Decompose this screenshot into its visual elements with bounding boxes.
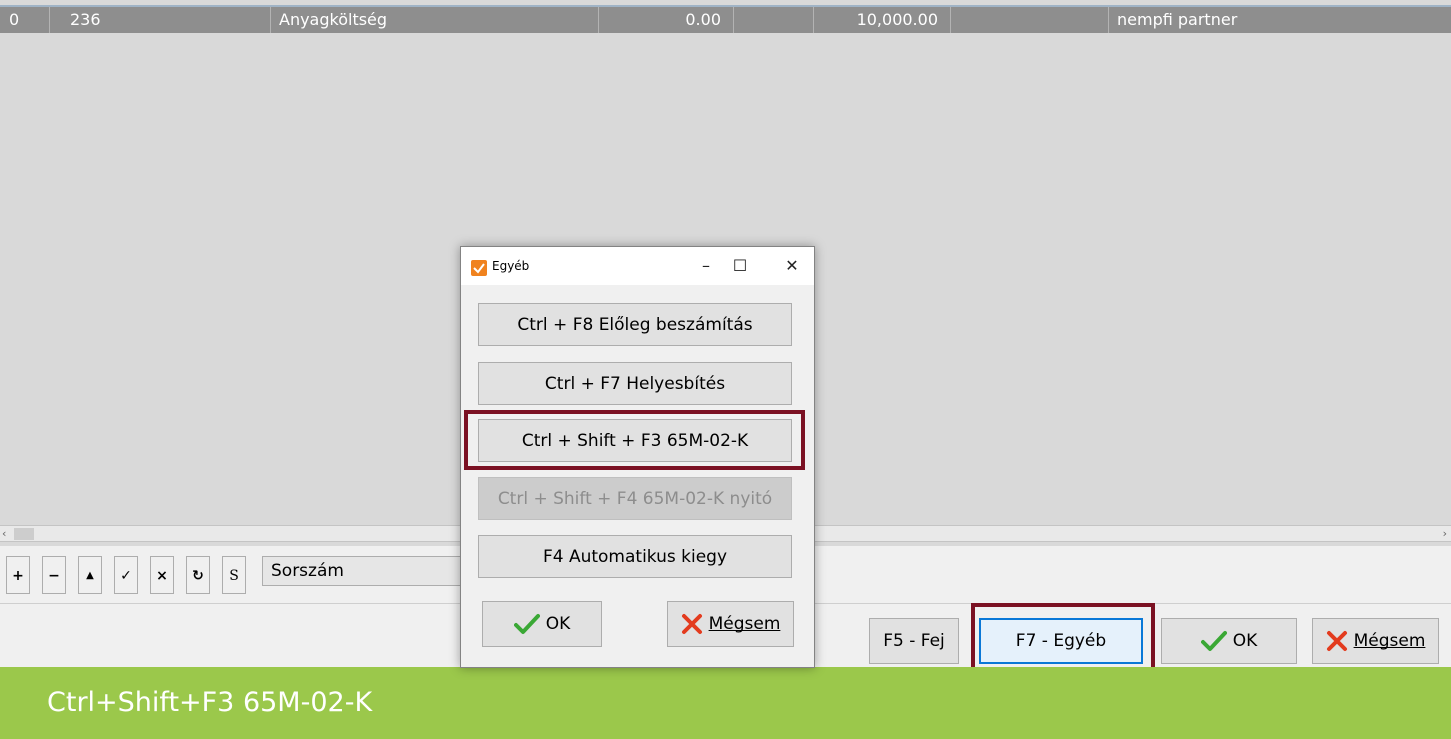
- maximize-icon[interactable]: ☐: [725, 255, 755, 277]
- table-cell: nempfi partner: [1117, 10, 1238, 29]
- 65m-02-k-nyito-button[interactable]: Ctrl + Shift + F4 65M-02-K nyitó: [478, 477, 792, 520]
- close-icon: [681, 614, 702, 634]
- dialog-title-bar[interactable]: Egyéb – ☐ ✕: [461, 247, 814, 285]
- refresh-button[interactable]: ↻: [186, 556, 210, 594]
- table-cell: 236: [50, 7, 271, 33]
- highlight-frame-65m-02-k: [464, 410, 805, 470]
- dialog-title: Egyéb: [492, 259, 530, 273]
- f5-fej-button[interactable]: F5 - Fej: [869, 618, 959, 664]
- cancel-edit-button[interactable]: ×: [150, 556, 174, 594]
- ok-label: OK: [1232, 631, 1258, 651]
- sort-s-icon: S: [229, 568, 239, 584]
- table-cell: 10,000.00: [814, 7, 951, 33]
- minus-icon: −: [48, 568, 60, 584]
- helyesbites-button[interactable]: Ctrl + F7 Helyesbítés: [478, 362, 792, 405]
- table-cell: [951, 7, 1109, 33]
- menu-item-label: Ctrl + Shift + F4 65M-02-K nyitó: [497, 488, 773, 509]
- scroll-right-icon[interactable]: ›: [1443, 526, 1447, 542]
- elo-leg-beszamitas-button[interactable]: Ctrl + F8 Előleg beszámítás: [478, 303, 792, 346]
- app-logo-icon: [471, 260, 487, 276]
- delete-record-button[interactable]: −: [42, 556, 66, 594]
- check-icon: ✓: [120, 568, 132, 584]
- check-icon: [1200, 631, 1227, 651]
- minimize-icon[interactable]: –: [691, 255, 721, 277]
- ok-button[interactable]: OK: [1161, 618, 1297, 664]
- close-icon: ×: [156, 568, 168, 584]
- caption-bar: Ctrl+Shift+F3 65M-02-K: [0, 667, 1451, 739]
- table-cell: 0: [0, 7, 50, 33]
- menu-item-label: Ctrl + F8 Előleg beszámítás: [517, 314, 753, 335]
- move-up-button[interactable]: ▲: [78, 556, 102, 594]
- check-icon: [513, 614, 540, 634]
- cancel-label: Mégsem: [708, 614, 781, 634]
- table-cell: Anyagköltség: [271, 7, 599, 33]
- dialog-cancel-button[interactable]: Mégsem: [667, 601, 794, 647]
- dialog-ok-button[interactable]: OK: [482, 601, 602, 647]
- scroll-left-icon[interactable]: ‹: [2, 526, 6, 542]
- sort-field-select[interactable]: Sorszám: [262, 556, 462, 586]
- cancel-button[interactable]: Mégsem: [1312, 618, 1439, 664]
- add-record-button[interactable]: +: [6, 556, 30, 594]
- sort-button[interactable]: S: [222, 556, 246, 594]
- refresh-icon: ↻: [192, 568, 204, 584]
- table-cell: 0.00: [599, 7, 734, 33]
- menu-item-label: F4 Automatikus kiegy: [542, 546, 728, 567]
- caption-text: Ctrl+Shift+F3 65M-02-K: [47, 687, 373, 718]
- cancel-label: Mégsem: [1353, 631, 1426, 651]
- menu-item-label: Ctrl + F7 Helyesbítés: [544, 373, 726, 394]
- table-cell: [734, 7, 814, 33]
- automatikus-kiegy-button[interactable]: F4 Automatikus kiegy: [478, 535, 792, 578]
- f5-label: F5 - Fej: [883, 631, 945, 651]
- ok-label: OK: [545, 614, 571, 634]
- close-icon[interactable]: ✕: [777, 255, 807, 277]
- highlight-frame-f7: [971, 603, 1155, 673]
- table-row[interactable]: 0 236 Anyagköltség 0.00 10,000.00 nempfi…: [0, 5, 1451, 33]
- close-icon: [1326, 631, 1347, 651]
- plus-icon: +: [12, 568, 24, 584]
- arrow-up-icon: ▲: [86, 570, 94, 581]
- post-button[interactable]: ✓: [114, 556, 138, 594]
- scrollbar-thumb[interactable]: [14, 528, 34, 540]
